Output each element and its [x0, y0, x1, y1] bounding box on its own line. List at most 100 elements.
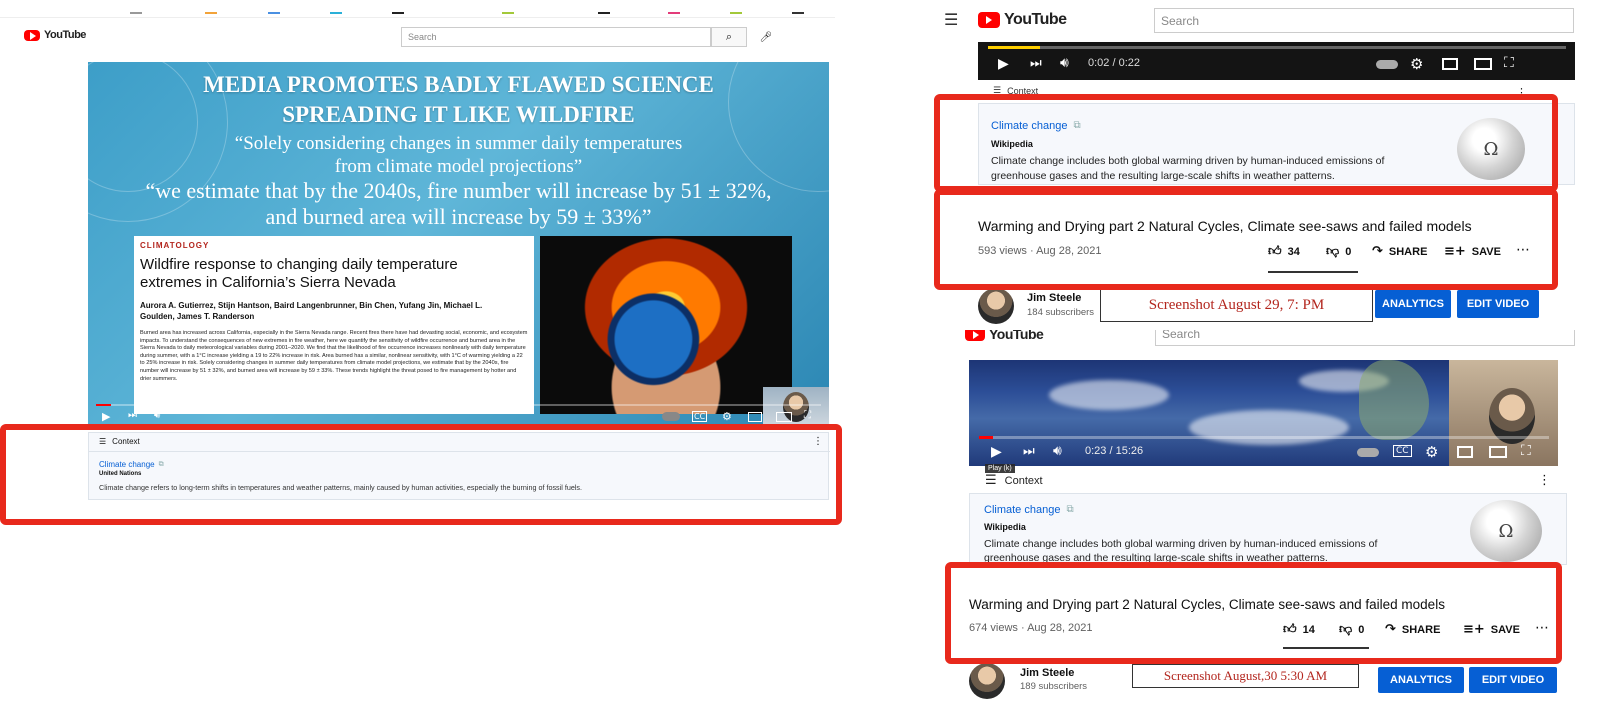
time-display: 0:23 / 15:26 [1085, 445, 1144, 457]
landmass [1359, 360, 1429, 440]
progress-fill [96, 404, 111, 406]
settings-icon[interactable]: ⚙ [1410, 55, 1423, 73]
more-icon[interactable]: ⋮ [813, 436, 823, 447]
edit-video-button[interactable]: EDIT VIDEO [1469, 667, 1557, 693]
quote-line: and burned area will increase by 59 ± 33… [265, 204, 652, 229]
channel-name[interactable]: Jim Steele [1020, 667, 1074, 679]
more-icon[interactable]: ⋮ [1516, 86, 1527, 99]
mic-icon: 🎤︎ [759, 31, 773, 43]
context-header-label: Context [112, 437, 140, 446]
settings-icon[interactable]: ⚙ [722, 410, 732, 423]
volume-icon[interactable]: 🔊︎ [154, 410, 160, 421]
video-player[interactable]: ▶ ⏭ 🔊︎ 0:23 / 15:26 CC ⚙ ⛶ [969, 360, 1558, 466]
more-icon[interactable]: ⋮ [1538, 473, 1551, 488]
search-input[interactable]: Search [401, 27, 711, 47]
settings-icon[interactable]: ⚙ [1425, 443, 1438, 461]
youtube-logo[interactable]: YouTube [24, 29, 86, 41]
avatar[interactable] [978, 288, 1014, 324]
analytics-button[interactable]: ANALYTICS [1378, 667, 1464, 693]
search-input[interactable]: Search [1155, 330, 1575, 346]
video-meta: 674 views · Aug 28, 2021 [969, 622, 1093, 634]
like-button[interactable]: 👍︎ 14 [1283, 622, 1315, 637]
autoplay-toggle-icon[interactable] [662, 412, 680, 421]
youtube-logo[interactable]: YouTube [978, 11, 1067, 29]
miniplayer-icon[interactable] [1457, 446, 1473, 458]
youtube-logo[interactable]: YouTube [965, 330, 1044, 342]
miniplayer-icon[interactable] [748, 412, 762, 422]
youtube-play-logo-icon [978, 12, 1000, 28]
video-player[interactable]: ▶ ⏭ 🔊︎ 0:02 / 0:22 ⚙ ⛶ [978, 42, 1575, 80]
quote-line: “Solely considering changes in summer da… [234, 133, 683, 154]
dislike-button[interactable]: 👎︎ 0 [1326, 244, 1351, 259]
share-button[interactable]: ↷ SHARE [1385, 622, 1440, 637]
next-icon[interactable]: ⏭ [1030, 56, 1042, 71]
share-button[interactable]: ↷ SHARE [1372, 244, 1427, 259]
menu-icon[interactable]: ☰ [944, 10, 958, 29]
share-label: SHARE [1401, 623, 1441, 636]
dislike-button[interactable]: 👎︎ 0 [1339, 622, 1364, 637]
progress-bar[interactable] [979, 436, 1549, 439]
progress-bar[interactable] [988, 46, 1566, 49]
dislike-count: 0 [1358, 623, 1365, 636]
wikipedia-globe-icon: Ω [1470, 500, 1542, 562]
video-title: Warming and Drying part 2 Natural Cycles… [969, 597, 1445, 612]
fullscreen-icon[interactable]: ⛶ [1504, 55, 1514, 71]
next-icon[interactable]: ⏭ [128, 410, 137, 421]
captions-icon[interactable]: CC [692, 411, 708, 422]
context-link[interactable]: Climate change ⧉ [984, 504, 1074, 516]
save-icon: ≡+ [1444, 244, 1466, 259]
fullscreen-icon[interactable]: ⛶ [1521, 443, 1531, 459]
volume-icon[interactable]: 🔊︎ [1053, 443, 1062, 459]
video-player[interactable]: MEDIA PROMOTES BADLY FLAWED SCIENCE SPRE… [88, 62, 829, 427]
theater-icon[interactable] [1474, 58, 1492, 70]
fullscreen-icon[interactable]: ⛶ [804, 410, 811, 421]
more-icon[interactable]: ⋯ [1535, 620, 1549, 636]
paper-abstract: Burned area has increased across Califor… [140, 330, 528, 382]
more-icon[interactable]: ⋯ [1516, 242, 1530, 258]
avatar[interactable] [969, 663, 1005, 699]
time-display: 0:02 / 0:22 [1088, 57, 1140, 69]
like-button[interactable]: 👍︎ 34 [1268, 244, 1300, 259]
paper-authors: Aurora A. Gutierrez, Stijn Hantson, Bair… [140, 301, 483, 321]
next-icon[interactable]: ⏭ [1023, 444, 1035, 459]
youtube-logo-text: YouTube [989, 330, 1044, 342]
left-screenshot: YouTube Search ⌕ 🎤︎ MEDIA PROMOTES BADLY… [0, 0, 845, 530]
context-panel: ☰ Context ⋮ Climate change ⧉ United Nati… [88, 432, 830, 500]
earth-in-hands-image [540, 236, 792, 414]
context-link-label: Climate change [99, 460, 155, 469]
search-placeholder: Search [408, 32, 437, 42]
analytics-button[interactable]: ANALYTICS [1375, 290, 1451, 318]
search-button[interactable]: ⌕ [711, 27, 747, 47]
autoplay-toggle-icon[interactable] [1357, 448, 1379, 457]
context-panel: Climate change ⧉ Wikipedia Climate chang… [969, 493, 1567, 565]
edit-video-button[interactable]: EDIT VIDEO [1457, 290, 1539, 318]
channel-name[interactable]: Jim Steele [1027, 292, 1081, 304]
play-icon[interactable]: ▶ [991, 444, 1002, 460]
volume-icon[interactable]: 🔊︎ [1060, 55, 1069, 71]
autoplay-toggle-icon[interactable] [1376, 60, 1398, 69]
external-link-icon: ⧉ [158, 460, 164, 468]
context-link[interactable]: Climate change ⧉ [991, 120, 1081, 132]
progress-bar[interactable] [96, 404, 821, 406]
save-button[interactable]: ≡+ SAVE [1463, 622, 1520, 637]
slide-title: MEDIA PROMOTES BADLY FLAWED SCIENCE SPRE… [88, 70, 829, 130]
context-source: Wikipedia [991, 139, 1033, 149]
theater-icon[interactable] [1489, 446, 1507, 458]
play-icon[interactable]: ▶ [998, 56, 1009, 72]
like-dislike-underline [1268, 271, 1358, 273]
screenshot-note: Screenshot August,30 5:30 AM [1132, 664, 1359, 688]
captions-icon[interactable]: CC [1393, 445, 1412, 457]
right-top-screenshot: ☰ YouTube Search ▶ ⏭ 🔊︎ 0:02 / 0:22 ⚙ ⛶ … [934, 0, 1600, 325]
mic-button[interactable]: 🎤︎ [758, 28, 774, 46]
theater-icon[interactable] [776, 412, 792, 422]
save-button[interactable]: ≡+ SAVE [1444, 244, 1501, 259]
search-input[interactable]: Search [1154, 8, 1574, 33]
context-link[interactable]: Climate change ⧉ [99, 460, 164, 469]
play-icon[interactable]: ▶ [102, 410, 110, 423]
context-header: ☰ Context [99, 437, 140, 446]
context-text-line: greenhouse gases and the resulting large… [991, 170, 1335, 182]
progress-fill [979, 436, 994, 439]
like-count: 34 [1287, 245, 1300, 258]
wikipedia-globe-icon: Ω [1457, 118, 1525, 180]
miniplayer-icon[interactable] [1442, 58, 1458, 70]
